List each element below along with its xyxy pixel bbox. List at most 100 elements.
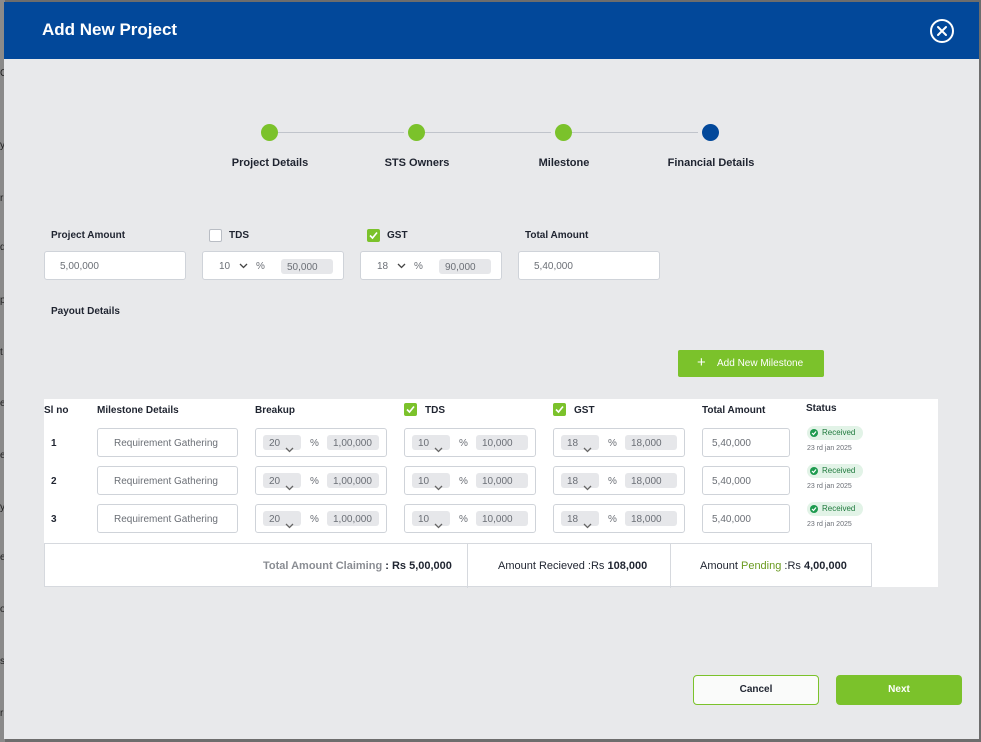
amount-pending-word: Pending xyxy=(740,560,782,572)
breakup-percent-select[interactable]: 20 xyxy=(263,473,301,488)
tds-percent: 10 xyxy=(418,438,430,449)
tds-row-group: 10 % 10,000 xyxy=(404,428,536,457)
row-total-value: 5,40,000 xyxy=(712,476,751,487)
milestone-input[interactable]: Requirement Gathering xyxy=(97,466,238,495)
percent-sign: % xyxy=(459,514,468,525)
gst-percent-select[interactable]: 18 xyxy=(561,511,599,526)
step-dot-project-details[interactable] xyxy=(261,124,278,141)
gst-percent: 18 xyxy=(567,514,579,525)
percent-sign: % xyxy=(608,514,617,525)
chevron-down-icon[interactable] xyxy=(583,516,592,534)
step-dot-milestone[interactable] xyxy=(555,124,572,141)
amount-received: Amount Recieved :Rs 108,000 xyxy=(498,560,647,572)
divider xyxy=(467,544,468,588)
tds-row-group: 10 % 10,000 xyxy=(404,466,536,495)
chevron-down-icon[interactable] xyxy=(583,478,592,496)
gst-rate-select[interactable]: 18 xyxy=(377,261,388,272)
table-row: 2 Requirement Gathering 20 % 1,00,000 10… xyxy=(44,464,938,498)
chevron-down-icon[interactable] xyxy=(285,516,294,534)
column-header-milestone: Milestone Details xyxy=(97,405,179,416)
status-badge: Received xyxy=(807,426,863,440)
row-number: 3 xyxy=(51,514,57,525)
milestone-value: Requirement Gathering xyxy=(114,476,218,487)
gst-row-group: 18 % 18,000 xyxy=(553,504,685,533)
add-new-milestone-label: Add New Milestone xyxy=(717,358,804,369)
breakup-percent-select[interactable]: 20 xyxy=(263,511,301,526)
column-header-gst: GST xyxy=(574,405,595,416)
chevron-down-icon[interactable] xyxy=(397,263,406,269)
chevron-down-icon[interactable] xyxy=(583,440,592,458)
tds-column-checkbox[interactable] xyxy=(404,403,417,416)
percent-sign: % xyxy=(459,476,468,487)
breakup-percent-select[interactable]: 20 xyxy=(263,435,301,450)
cancel-button[interactable]: Cancel xyxy=(693,675,819,705)
step-label-financial-details[interactable]: Financial Details xyxy=(641,157,781,169)
chevron-down-icon[interactable] xyxy=(434,516,443,534)
step-label-sts-owners[interactable]: STS Owners xyxy=(347,157,487,169)
tds-percent-select[interactable]: 10 xyxy=(412,511,450,526)
gst-percent-select[interactable]: 18 xyxy=(561,473,599,488)
amount-received-value: 108,000 xyxy=(607,560,648,572)
gst-column-checkbox[interactable] xyxy=(553,403,566,416)
step-dot-sts-owners[interactable] xyxy=(408,124,425,141)
percent-sign: % xyxy=(459,438,468,449)
close-button[interactable] xyxy=(930,19,954,43)
total-claiming-value: Rs 5,00,000 xyxy=(391,560,452,572)
currency: Rs xyxy=(590,560,605,572)
chevron-down-icon[interactable] xyxy=(434,440,443,458)
payout-details-title: Payout Details xyxy=(51,306,120,317)
chevron-down-icon[interactable] xyxy=(239,263,248,269)
percent-sign: % xyxy=(608,438,617,449)
project-amount-input[interactable]: 5,00,000 xyxy=(44,251,186,280)
chevron-down-icon[interactable] xyxy=(285,478,294,496)
breakup-amount: 1,00,000 xyxy=(327,435,379,450)
gst-label: GST xyxy=(387,230,408,241)
tds-checkbox[interactable] xyxy=(209,229,222,242)
breakup-percent: 20 xyxy=(269,476,281,487)
add-new-milestone-button[interactable]: + Add New Milestone xyxy=(678,350,824,377)
tds-label: TDS xyxy=(229,230,249,241)
tds-percent-select[interactable]: 10 xyxy=(412,473,450,488)
amount-pending-prefix: Amount xyxy=(700,560,738,572)
column-header-sl-no: Sl no xyxy=(44,405,69,416)
milestone-input[interactable]: Requirement Gathering xyxy=(97,504,238,533)
breakup-amount: 1,00,000 xyxy=(327,511,379,526)
status-text: Received xyxy=(822,466,856,475)
check-icon xyxy=(406,405,415,414)
stepper-connector xyxy=(274,132,404,133)
row-total-input[interactable]: 5,40,000 xyxy=(702,504,790,533)
breakup-group: 20 % 1,00,000 xyxy=(255,428,387,457)
status-text: Received xyxy=(822,428,856,437)
status-text: Received xyxy=(822,504,856,513)
step-dot-financial-details[interactable] xyxy=(702,124,719,141)
gst-percent-sign: % xyxy=(414,261,423,272)
close-icon xyxy=(937,26,947,36)
total-amount-input[interactable]: 5,40,000 xyxy=(518,251,660,280)
gst-checkbox[interactable] xyxy=(367,229,380,242)
column-header-status: Status xyxy=(806,403,837,414)
total-claiming-label: Total Amount Claiming xyxy=(263,560,383,572)
tds-percent-select[interactable]: 10 xyxy=(412,435,450,450)
row-total-value: 5,40,000 xyxy=(712,438,751,449)
row-total-input[interactable]: 5,40,000 xyxy=(702,428,790,457)
column-header-total-amount: Total Amount xyxy=(702,405,766,416)
status-badge: Received xyxy=(807,464,863,478)
gst-percent: 18 xyxy=(567,476,579,487)
row-total-input[interactable]: 5,40,000 xyxy=(702,466,790,495)
amount-received-label: Amount Recieved xyxy=(498,560,585,572)
breakup-group: 20 % 1,00,000 xyxy=(255,466,387,495)
next-button[interactable]: Next xyxy=(836,675,962,705)
tds-percent: 10 xyxy=(418,514,430,525)
milestone-value: Requirement Gathering xyxy=(114,438,218,449)
tds-rate-select[interactable]: 10 xyxy=(219,261,230,272)
milestone-input[interactable]: Requirement Gathering xyxy=(97,428,238,457)
table-row: 3 Requirement Gathering 20 % 1,00,000 10… xyxy=(44,502,938,536)
step-label-project-details[interactable]: Project Details xyxy=(200,157,340,169)
chevron-down-icon[interactable] xyxy=(285,440,294,458)
chevron-down-icon[interactable] xyxy=(434,478,443,496)
gst-percent-select[interactable]: 18 xyxy=(561,435,599,450)
percent-sign: % xyxy=(608,476,617,487)
step-label-milestone[interactable]: Milestone xyxy=(494,157,634,169)
status-date: 23 rd jan 2025 xyxy=(807,483,852,490)
tds-group: 10 % 50,000 xyxy=(202,251,344,280)
